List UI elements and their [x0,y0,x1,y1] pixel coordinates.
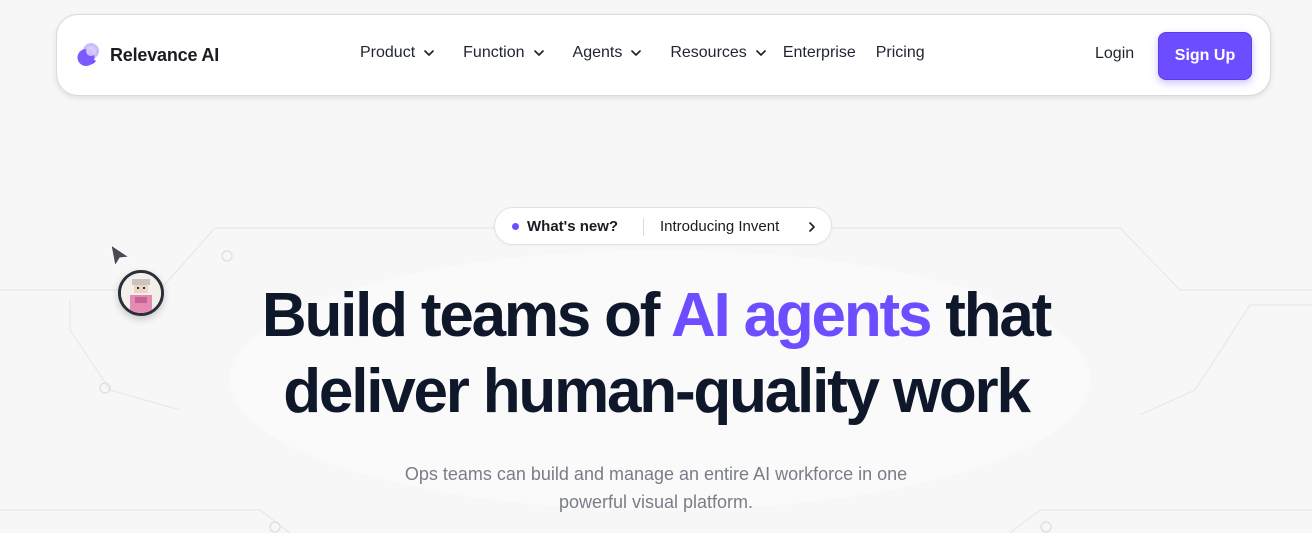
whats-new-badge[interactable]: What's new? Introducing Invent [494,207,832,245]
relevance-logo-icon [76,42,102,68]
hero-title-part2: that [930,281,1052,350]
hero-title-accent: AI agents [670,281,932,350]
nav-item-enterprise[interactable]: Enterprise [783,44,856,62]
mouse-cursor-icon [110,244,131,268]
sign-up-button[interactable]: Sign Up [1158,32,1252,80]
hero-title: Build teams of AI agents that deliver hu… [0,278,1312,430]
nav-item-agents[interactable]: Agents [573,44,643,62]
badge-divider [643,218,644,236]
chevron-down-icon [631,50,642,56]
nav-item-label: Function [463,44,525,61]
nav-item-label: Resources [670,44,747,61]
nav-item-label: Agents [572,44,623,61]
hero-subtitle-line2: powerful visual platform. [558,492,754,512]
nav-item-product[interactable]: Product [360,44,435,62]
hero-subtitle-line1: Ops teams can build and manage an entire… [404,464,908,484]
nav-item-resources[interactable]: Resources [670,44,766,62]
hero-title-line2: deliver human-quality work [283,357,1031,426]
top-navbar: Relevance AI Product Function Agents Res… [56,14,1271,96]
nav-item-pricing[interactable]: Pricing [876,44,925,62]
brand[interactable]: Relevance AI [76,42,219,68]
nav-item-label: Pricing [875,44,925,61]
nav-item-function[interactable]: Function [463,44,544,62]
hero-title-part1: Build teams of [261,281,671,350]
hero-subtitle: Ops teams can build and manage an entire… [0,460,1312,516]
nav-item-label: Product [360,44,416,61]
badge-text: Introducing Invent [660,218,780,235]
chevron-down-icon [755,50,766,56]
nav-menu: Product Function Agents Resources Enterp… [360,44,925,62]
badge-tag: What's new? [527,218,619,235]
chevron-down-icon [424,50,434,56]
brand-name: Relevance AI [110,44,219,65]
chevron-down-icon [533,50,544,56]
nav-item-label: Enterprise [782,44,856,61]
status-dot-icon [512,223,519,230]
chevron-right-icon [809,222,815,232]
login-link[interactable]: Login [1095,45,1134,63]
